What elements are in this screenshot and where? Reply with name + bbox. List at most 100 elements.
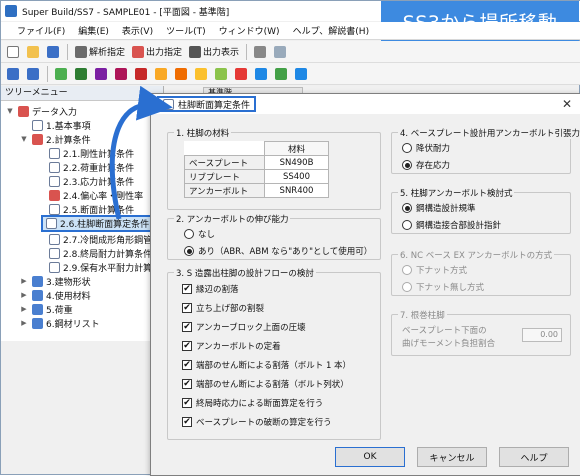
new-icon[interactable] — [5, 43, 22, 60]
toolbar-separator — [67, 43, 68, 60]
checkbox-crushing[interactable]: ✔ アンカーブロック上面の圧壊 — [182, 321, 306, 333]
document-icon — [46, 218, 57, 229]
tree-item-materials[interactable]: ▶ 4.使用材料 — [19, 288, 91, 302]
toolbar-draw — [1, 63, 580, 85]
tree-item-cold-formed[interactable]: 2.7.冷間成形角形鋼管 — [49, 232, 152, 246]
window-title: Super Build/SS7 - SAMPLE01 - [平面図 - 基準階] — [22, 7, 230, 18]
tree-item-label: 1.基本事項 — [46, 121, 91, 132]
group-bolt-tension-label: 4. ベースプレート設計用アンカーボルト引張力 — [398, 127, 580, 139]
tree-item-label: 2.4.偏心率・剛性率 — [63, 191, 144, 202]
spring-icon[interactable] — [193, 65, 210, 82]
tree-item-section[interactable]: 2.5.断面計算条件 — [49, 202, 134, 216]
dialog-title: 柱脚断面算定条件 — [178, 100, 251, 111]
radio-steel-design-standard[interactable]: 鋼構造設計規準 — [402, 202, 476, 214]
menu-edit[interactable]: 編集(E) — [78, 24, 109, 37]
tree-item-column-base[interactable]: 2.6.柱脚断面算定条件 — [41, 215, 155, 232]
copy-icon[interactable] — [272, 43, 289, 60]
help-button[interactable]: ヘルプ — [499, 447, 569, 467]
expand-icon[interactable]: ▶ — [19, 319, 29, 327]
column-icon[interactable] — [53, 65, 70, 82]
menu-help[interactable]: ヘルプ、解説書(H) — [293, 24, 370, 37]
radio-none[interactable]: なし — [184, 228, 215, 240]
table-icon[interactable] — [233, 65, 250, 82]
load-icon[interactable] — [173, 65, 190, 82]
cancel-button[interactable]: キャンセル — [417, 447, 487, 467]
tree-item-stiffness[interactable]: 2.1.剛性計算条件 — [49, 146, 134, 160]
wall-icon[interactable] — [93, 65, 110, 82]
tree-item-stress[interactable]: 2.3.応力計算条件 — [49, 174, 134, 188]
checkbox-anchorage[interactable]: ✔ アンカーボルトの定着 — [182, 340, 281, 352]
slab-icon[interactable] — [113, 65, 130, 82]
column-base-dialog: 柱脚断面算定条件 ✕ 1. 柱脚の材料 材料 ベースプレート SN490B リブプ… — [150, 93, 580, 476]
output-display-button[interactable]: 出力表示 — [187, 43, 241, 60]
radio-yes[interactable]: あり（ABR、ABM なら"あり"として使用可） — [184, 245, 372, 257]
dialog-title-bar: 柱脚断面算定条件 ✕ — [151, 94, 580, 114]
material-cell[interactable]: SNR400 — [264, 183, 329, 198]
tree-item-data-input[interactable]: ▼ データ入力 — [5, 104, 77, 118]
group-nc-base-label: 6. NC ベース EX アンカーボルトの方式 — [398, 249, 555, 261]
document-icon — [32, 119, 43, 131]
open-icon[interactable] — [25, 43, 42, 60]
tree-item-eccentricity[interactable]: 2.4.偏心率・剛性率 — [49, 188, 143, 202]
menu-file[interactable]: ファイル(F) — [17, 24, 65, 37]
tree-item-ultimate[interactable]: 2.8.終局耐力計算条件 — [49, 246, 152, 260]
close-icon[interactable]: ✕ — [562, 97, 572, 111]
tree-menu: ツリーメニュー ▼ データ入力 1.基本事項 ▼ 2.計算条件 2.1.剛性計算条件… — [1, 86, 170, 341]
dialog-title-highlight: 柱脚断面算定条件 — [157, 96, 257, 112]
beam-icon[interactable] — [73, 65, 90, 82]
ok-button[interactable]: OK — [335, 447, 405, 467]
group-design-flow-label: 3. S 造露出柱脚の設計フローの検討 — [174, 267, 316, 279]
tree-item-calc-conditions[interactable]: ▼ 2.計算条件 — [19, 132, 91, 146]
opening-icon[interactable] — [153, 65, 170, 82]
tree-item-basic[interactable]: 1.基本事項 — [19, 118, 91, 132]
checkbox-splitting[interactable]: ✔ 立ち上げ部の割裂 — [182, 302, 264, 314]
checkbox-shear-single[interactable]: ✔ 端部のせん断による割落（ボルト 1 本） — [182, 359, 351, 371]
moment-ratio-label-1: ベースプレート下面の — [402, 326, 487, 336]
save-icon[interactable] — [45, 43, 62, 60]
menu-view[interactable]: 表示(V) — [122, 24, 153, 37]
pan-icon[interactable] — [293, 65, 310, 82]
tree-item-load[interactable]: 2.2.荷重計算条件 — [49, 160, 134, 174]
checkbox-shear-row[interactable]: ✔ 端部のせん断による割落（ボルト列状） — [182, 378, 349, 390]
plan-icon[interactable] — [25, 65, 42, 82]
radio-yield-strength[interactable]: 降伏耐力 — [402, 142, 450, 154]
collapse-icon[interactable]: ▼ — [5, 107, 15, 115]
group-embedded-base-label: 7. 根巻柱脚 — [398, 309, 447, 321]
move-icon[interactable] — [273, 65, 290, 82]
output-display-icon — [189, 45, 202, 58]
arrow-icon[interactable] — [253, 65, 270, 82]
support-icon[interactable] — [213, 65, 230, 82]
material-cell[interactable]: SN490B — [264, 155, 329, 170]
brace-icon[interactable] — [133, 65, 150, 82]
tree-item-label: 2.7.冷間成形角形鋼管 — [63, 235, 153, 246]
tree-item-label: 5.荷重 — [46, 305, 73, 316]
group-anchor-elongation: 2. アンカーボルトの伸び能力 なし あり（ABR、ABM なら"あり"として使… — [167, 213, 381, 260]
tree-item-shape[interactable]: ▶ 3.建物形状 — [19, 274, 91, 288]
checkbox-ultimate-section[interactable]: ✔ 終局時応力による断面算定を行う — [182, 397, 323, 409]
menu-tools[interactable]: ツール(T) — [166, 24, 206, 37]
tree-item-steel-list[interactable]: ▶ 6.鋼材リスト — [19, 316, 100, 330]
tree-item-label: 2.3.応力計算条件 — [63, 177, 135, 188]
output-spec-button[interactable]: 出力指定 — [130, 43, 184, 60]
data-input-icon — [18, 105, 29, 117]
checkbox-edge-failure[interactable]: ✔ 縁辺の割落 — [182, 283, 239, 295]
checkbox-baseplate-fracture[interactable]: ✔ ベースプレートの破断の算定を行う — [182, 416, 332, 428]
collapse-icon[interactable]: ▼ — [19, 135, 29, 143]
calc-spec-button[interactable]: 解析指定 — [73, 43, 127, 60]
radio-existing-stress[interactable]: 存在応力 — [402, 159, 450, 171]
tree-item-loads[interactable]: ▶ 5.荷重 — [19, 302, 73, 316]
expand-icon[interactable]: ▶ — [19, 305, 29, 313]
radio-joint-design-guide[interactable]: 鋼構造接合部設計指針 — [402, 219, 501, 231]
moment-ratio-label-2: 曲げモーメント負担割合 — [402, 339, 496, 349]
document-icon — [49, 261, 60, 273]
material-cell[interactable]: SS400 — [264, 169, 329, 184]
menu-window[interactable]: ウィンドウ(W) — [219, 24, 280, 37]
expand-icon[interactable]: ▶ — [19, 277, 29, 285]
tree-item-label: 2.2.荷重計算条件 — [63, 163, 135, 174]
expand-icon[interactable]: ▶ — [19, 291, 29, 299]
grid-icon[interactable] — [5, 65, 22, 82]
print-icon[interactable] — [252, 43, 269, 60]
row-label: ベースプレート — [184, 155, 265, 170]
tree-item-label: 2.6.柱脚断面算定条件 — [60, 220, 150, 230]
tree-item-label: 6.鋼材リスト — [46, 319, 100, 330]
